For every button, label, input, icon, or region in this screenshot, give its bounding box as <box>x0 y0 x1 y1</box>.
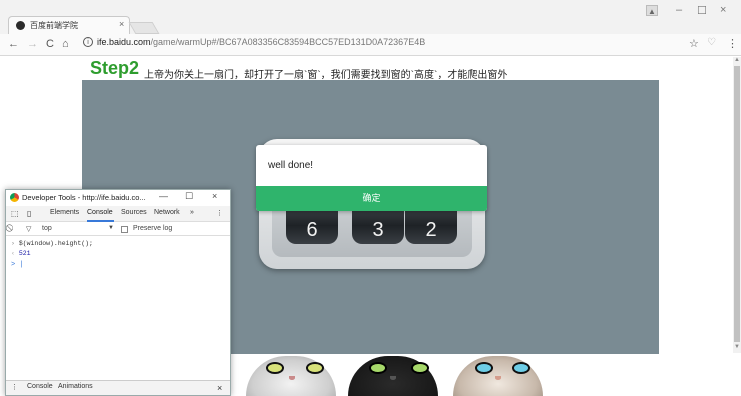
alert-message: well done! <box>268 160 314 171</box>
preserve-log-checkbox[interactable] <box>121 226 128 233</box>
context-selector[interactable]: top <box>42 225 52 232</box>
console-result-value: 521 <box>18 250 31 257</box>
cat-eye <box>369 362 387 374</box>
tab-close-icon[interactable]: × <box>119 19 124 29</box>
devtools-close-button[interactable]: × <box>212 191 217 201</box>
console-command-text: $(window).height(); <box>18 240 93 247</box>
browser-toolbar: ← → C ⌂ i ife.baidu.com/game/warmUp#/BC6… <box>0 34 741 56</box>
scroll-down-icon[interactable]: ▼ <box>734 344 740 350</box>
devtools-minimize-button[interactable]: — <box>159 191 168 201</box>
devtools-title: Developer Tools - http://ife.baidu.co... <box>22 193 146 202</box>
bookmark-star-icon[interactable]: ☆ <box>689 37 699 50</box>
prompt-arrow-icon: > <box>11 261 16 269</box>
cat-eye <box>411 362 429 374</box>
device-toolbar-icon[interactable]: ▯ <box>27 209 31 218</box>
extension-icon[interactable]: ♡ <box>707 37 716 48</box>
maximize-button[interactable]: ☐ <box>697 4 707 17</box>
cat-nose <box>495 376 501 380</box>
cat-eye <box>306 362 324 374</box>
tab-network[interactable]: Network <box>154 209 180 216</box>
url-text[interactable]: ife.baidu.com/game/warmUp#/BC67A083356C8… <box>97 37 425 47</box>
cat-nose <box>390 376 396 380</box>
scroll-up-icon[interactable]: ▲ <box>734 57 740 63</box>
input-arrow-icon: › <box>11 240 19 247</box>
devtools-maximize-button[interactable]: ☐ <box>185 191 193 202</box>
step-title: Step2 <box>90 58 140 78</box>
drawer-tab-animations[interactable]: Animations <box>58 383 93 390</box>
console-input[interactable]: > | <box>11 261 24 269</box>
browser-menu-icon[interactable]: ⋮ <box>727 37 738 50</box>
home-icon[interactable]: ⌂ <box>62 38 69 50</box>
tab-console[interactable]: Console <box>87 209 113 216</box>
back-arrow-icon[interactable]: ← <box>8 38 19 50</box>
filter-icon[interactable]: ▽ <box>26 225 31 233</box>
tab-favicon-icon <box>16 21 25 30</box>
cat-eye <box>266 362 284 374</box>
close-window-button[interactable]: × <box>720 4 726 16</box>
step-description: 上帝为你关上一扇门，却打开了一扇`窗`，我们需要找到窗的`高度`，才能爬出窗外 <box>144 70 508 81</box>
tab-sources[interactable]: Sources <box>121 209 147 216</box>
chrome-logo-icon <box>10 193 19 202</box>
alert-confirm-button[interactable]: 确定 <box>256 186 487 211</box>
chevron-down-icon[interactable]: ▼ <box>108 225 114 231</box>
devtools-tab-bar <box>6 206 230 222</box>
console-toolbar <box>6 222 230 236</box>
user-icon[interactable]: ▲ <box>646 5 658 16</box>
forward-arrow-icon[interactable]: → <box>27 38 38 50</box>
preserve-log-label: Preserve log <box>133 225 173 232</box>
drawer-tab-console[interactable]: Console <box>27 383 53 390</box>
more-tabs-icon[interactable]: » <box>190 209 194 216</box>
url-path: /game/warmUp#/BC67A083356C83594BCC57ED13… <box>150 37 426 47</box>
cat-eye <box>512 362 530 374</box>
console-result: ‹ 521 <box>11 250 31 257</box>
drawer-close-icon[interactable]: × <box>217 383 222 393</box>
tab-elements[interactable]: Elements <box>50 209 79 216</box>
output-arrow-icon: ‹ <box>11 250 19 257</box>
cat-nose <box>289 376 295 380</box>
browser-tab[interactable]: 百度前端学院 × <box>8 16 130 34</box>
scrollbar-thumb[interactable] <box>734 66 740 342</box>
console-command: › $(window).height(); <box>11 240 93 247</box>
url-host: ife.baidu.com <box>97 37 151 47</box>
tab-title: 百度前端学院 <box>30 21 78 30</box>
cat-eye <box>475 362 493 374</box>
minimize-button[interactable]: – <box>676 4 682 16</box>
site-info-icon[interactable]: i <box>83 37 93 47</box>
inspect-element-icon[interactable]: ⬚ <box>11 209 19 218</box>
drawer-menu-icon[interactable]: ⋮ <box>11 383 18 391</box>
devtools-menu-icon[interactable]: ⋮ <box>216 209 223 217</box>
reload-icon[interactable]: C <box>46 38 54 50</box>
